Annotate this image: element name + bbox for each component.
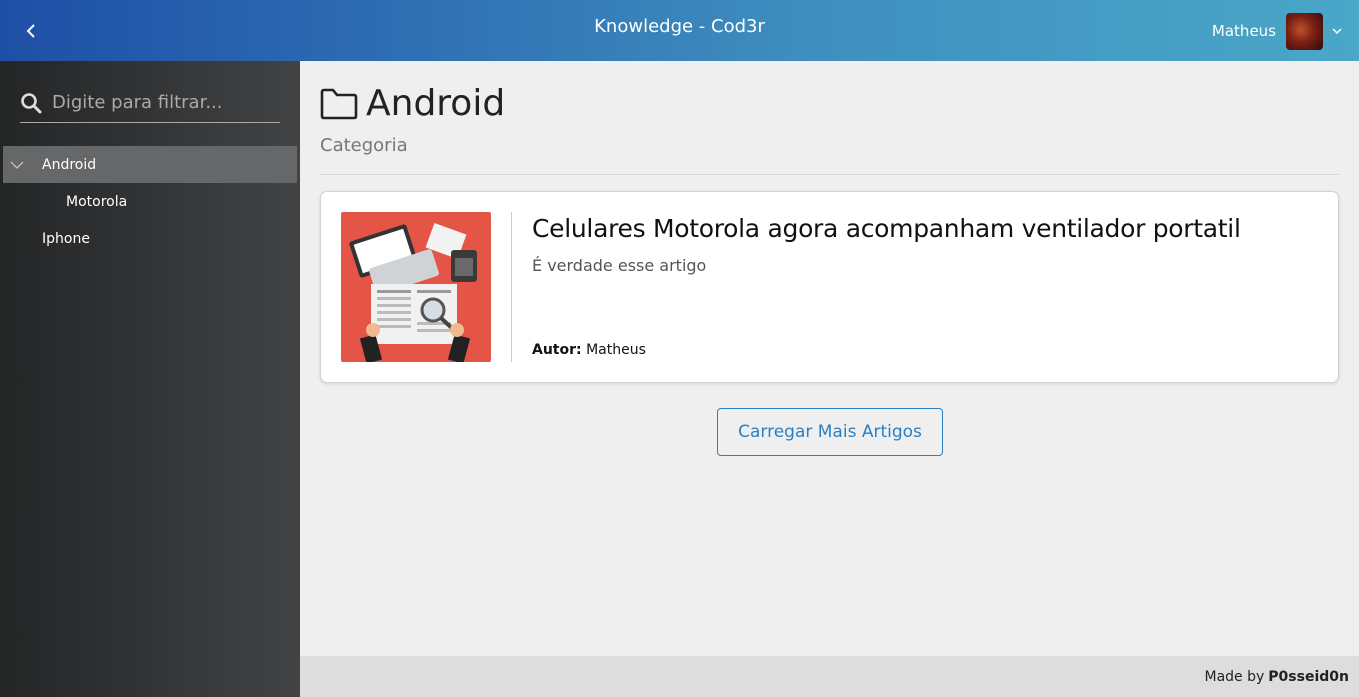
page-subtitle: Categoria — [320, 135, 408, 156]
user-dropdown[interactable]: Matheus — [1211, 12, 1343, 50]
chevron-down-icon — [1331, 27, 1343, 35]
tree-item-label: Iphone — [42, 230, 90, 247]
article-title[interactable]: Celulares Motorola agora acompanham vent… — [532, 214, 1241, 243]
page-title-text: Android — [366, 83, 506, 124]
app-title: Knowledge - Cod3r — [594, 16, 765, 37]
avatar — [1286, 12, 1323, 50]
footer-brand: P0sseid0n — [1268, 668, 1349, 685]
vertical-separator — [511, 212, 512, 362]
load-more-button[interactable]: Carregar Mais Artigos — [717, 408, 943, 456]
user-name: Matheus — [1211, 22, 1276, 40]
search-input[interactable] — [52, 86, 272, 119]
footer-made-by: Made by — [1204, 668, 1265, 685]
main-content: Android Categoria Celulares Motorola ago… — [300, 61, 1359, 656]
tree-item-label: Motorola — [66, 193, 128, 210]
search-bar — [20, 83, 280, 123]
page-title: Android — [320, 83, 505, 124]
tree-item-android[interactable]: Android — [3, 146, 297, 183]
divider — [320, 174, 1339, 175]
article-image — [341, 212, 491, 362]
top-header: Knowledge - Cod3r Matheus — [0, 0, 1359, 61]
tree-item-motorola[interactable]: Motorola — [3, 183, 297, 220]
article-description: É verdade esse artigo — [532, 256, 707, 275]
article-author: Autor: Matheus — [532, 342, 646, 358]
sidebar: Android Motorola Iphone — [0, 61, 300, 697]
category-tree: Android Motorola Iphone — [3, 146, 297, 257]
search-icon — [20, 92, 42, 114]
footer: Made by P0sseid0n — [300, 656, 1359, 697]
author-label: Autor: — [532, 342, 582, 358]
chevron-down-icon[interactable] — [3, 161, 31, 169]
tree-item-iphone[interactable]: Iphone — [3, 220, 297, 257]
author-name: Matheus — [586, 342, 646, 358]
tree-item-label: Android — [42, 156, 97, 173]
article-card[interactable]: Celulares Motorola agora acompanham vent… — [320, 191, 1339, 383]
folder-icon — [320, 88, 358, 120]
